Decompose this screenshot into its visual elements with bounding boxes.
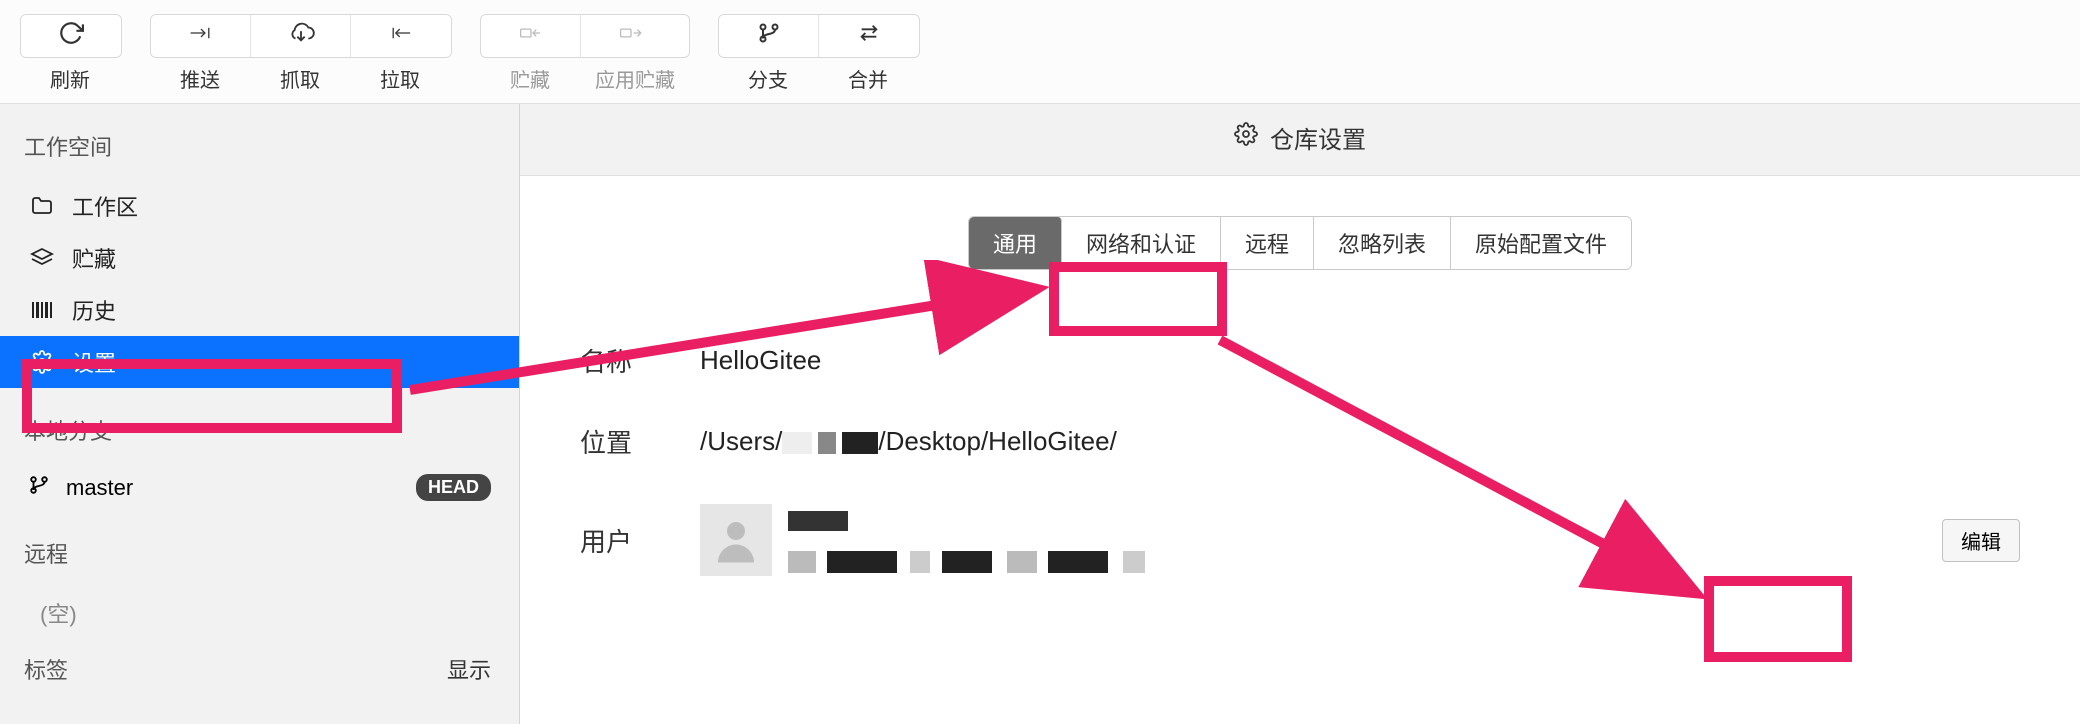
sidebar-item-history[interactable]: 历史 — [0, 284, 519, 336]
user-value: 编辑 — [700, 504, 2020, 576]
stash-label: 贮藏 — [480, 64, 580, 93]
tab-remote[interactable]: 远程 — [1221, 217, 1314, 269]
row-name: 名称 HelloGitee — [580, 320, 2020, 401]
redacted-text — [1048, 551, 1108, 573]
redacted-text — [1007, 551, 1037, 573]
folder-icon — [28, 194, 56, 218]
redacted-text — [842, 432, 878, 454]
branch-label: 分支 — [718, 64, 818, 93]
workspace-header: 工作空间 — [0, 130, 519, 162]
row-user: 用户 — [580, 482, 2020, 598]
sidebar-item-stash[interactable]: 贮藏 — [0, 232, 519, 284]
redacted-text — [782, 432, 812, 454]
sidebar-item-settings[interactable]: 设置 — [0, 336, 519, 388]
stash-button — [481, 15, 581, 57]
sidebar-item-label: 历史 — [72, 294, 116, 326]
location-value: /Users/ /Desktop/HelloGitee/ — [700, 426, 2020, 457]
branch-icon — [28, 474, 50, 501]
tab-raw-config[interactable]: 原始配置文件 — [1451, 217, 1631, 269]
refresh-button[interactable] — [21, 15, 121, 57]
apply-stash-button — [581, 15, 681, 57]
location-label: 位置 — [580, 423, 700, 460]
remote-empty: (空) — [0, 587, 519, 639]
tab-general[interactable]: 通用 — [969, 217, 1062, 269]
avatar — [700, 504, 772, 576]
local-branches-header: 本地分支 — [0, 414, 519, 446]
content-pane: 仓库设置 通用 网络和认证 远程 忽略列表 原始配置文件 名称 HelloGit… — [520, 104, 2080, 724]
main-area: 工作空间 工作区 贮藏 历史 设置 本地分支 — [0, 104, 2080, 724]
gear-icon — [1234, 122, 1258, 153]
tags-header: 标签 — [24, 653, 68, 685]
sidebar-item-label: 贮藏 — [72, 242, 116, 274]
name-value: HelloGitee — [700, 345, 2020, 376]
row-location: 位置 /Users/ /Desktop/HelloGitee/ — [580, 401, 2020, 482]
merge-icon — [856, 22, 882, 51]
sidebar-item-label: 工作区 — [72, 190, 138, 222]
toolbar-group-refresh: 刷新 — [20, 14, 122, 93]
apply-stash-label: 应用贮藏 — [580, 64, 690, 93]
sidebar-item-label: 设置 — [72, 346, 116, 378]
cloud-down-icon — [286, 22, 316, 51]
stash-icon — [518, 22, 544, 50]
pull-label: 拉取 — [350, 64, 450, 93]
head-badge: HEAD — [416, 474, 491, 501]
history-icon — [28, 299, 56, 321]
tab-network-auth[interactable]: 网络和认证 — [1062, 217, 1221, 269]
toolbar: 刷新 推送 抓取 拉取 — [0, 0, 2080, 104]
refresh-icon — [58, 20, 84, 53]
sidebar-item-workspace[interactable]: 工作区 — [0, 180, 519, 232]
stack-icon — [28, 246, 56, 270]
sidebar: 工作空间 工作区 贮藏 历史 设置 本地分支 — [0, 104, 520, 724]
name-label: 名称 — [580, 342, 700, 379]
push-label: 推送 — [150, 64, 250, 93]
toolbar-group-branchmerge: 分支 合并 — [718, 14, 920, 93]
push-button[interactable] — [151, 15, 251, 57]
repo-settings-title: 仓库设置 — [1270, 120, 1366, 155]
pull-icon — [388, 22, 414, 50]
refresh-label: 刷新 — [20, 64, 120, 93]
user-label: 用户 — [580, 522, 700, 559]
location-suffix: /Desktop/HelloGitee/ — [878, 426, 1116, 456]
gear-icon — [28, 350, 56, 374]
redacted-text — [818, 432, 836, 454]
fetch-label: 抓取 — [250, 64, 350, 93]
pull-button[interactable] — [351, 15, 451, 57]
merge-label: 合并 — [818, 64, 918, 93]
edit-user-button[interactable]: 编辑 — [1942, 519, 2020, 562]
general-settings: 名称 HelloGitee 位置 /Users/ /Desktop/HelloGi… — [520, 300, 2080, 598]
remote-header: 远程 — [0, 537, 519, 569]
push-icon — [188, 22, 214, 50]
merge-button[interactable] — [819, 15, 919, 57]
redacted-text — [942, 551, 992, 573]
fetch-button[interactable] — [251, 15, 351, 57]
redacted-text — [827, 551, 897, 573]
redacted-text — [788, 511, 848, 531]
redacted-text — [1123, 551, 1145, 573]
unstash-icon — [618, 22, 644, 50]
tab-ignore-list[interactable]: 忽略列表 — [1314, 217, 1451, 269]
branch-row-master[interactable]: master HEAD — [0, 464, 519, 511]
branch-icon — [756, 21, 782, 52]
toolbar-group-sync: 推送 抓取 拉取 — [150, 14, 452, 93]
location-prefix: /Users/ — [700, 426, 782, 456]
redacted-text — [788, 551, 816, 573]
settings-tabs: 通用 网络和认证 远程 忽略列表 原始配置文件 — [520, 176, 2080, 300]
branch-button[interactable] — [719, 15, 819, 57]
branch-name: master — [66, 475, 133, 501]
toolbar-group-stash: 贮藏 应用贮藏 — [480, 14, 690, 93]
content-header: 仓库设置 — [520, 104, 2080, 176]
tags-show-button[interactable]: 显示 — [447, 653, 491, 685]
redacted-text — [910, 551, 930, 573]
